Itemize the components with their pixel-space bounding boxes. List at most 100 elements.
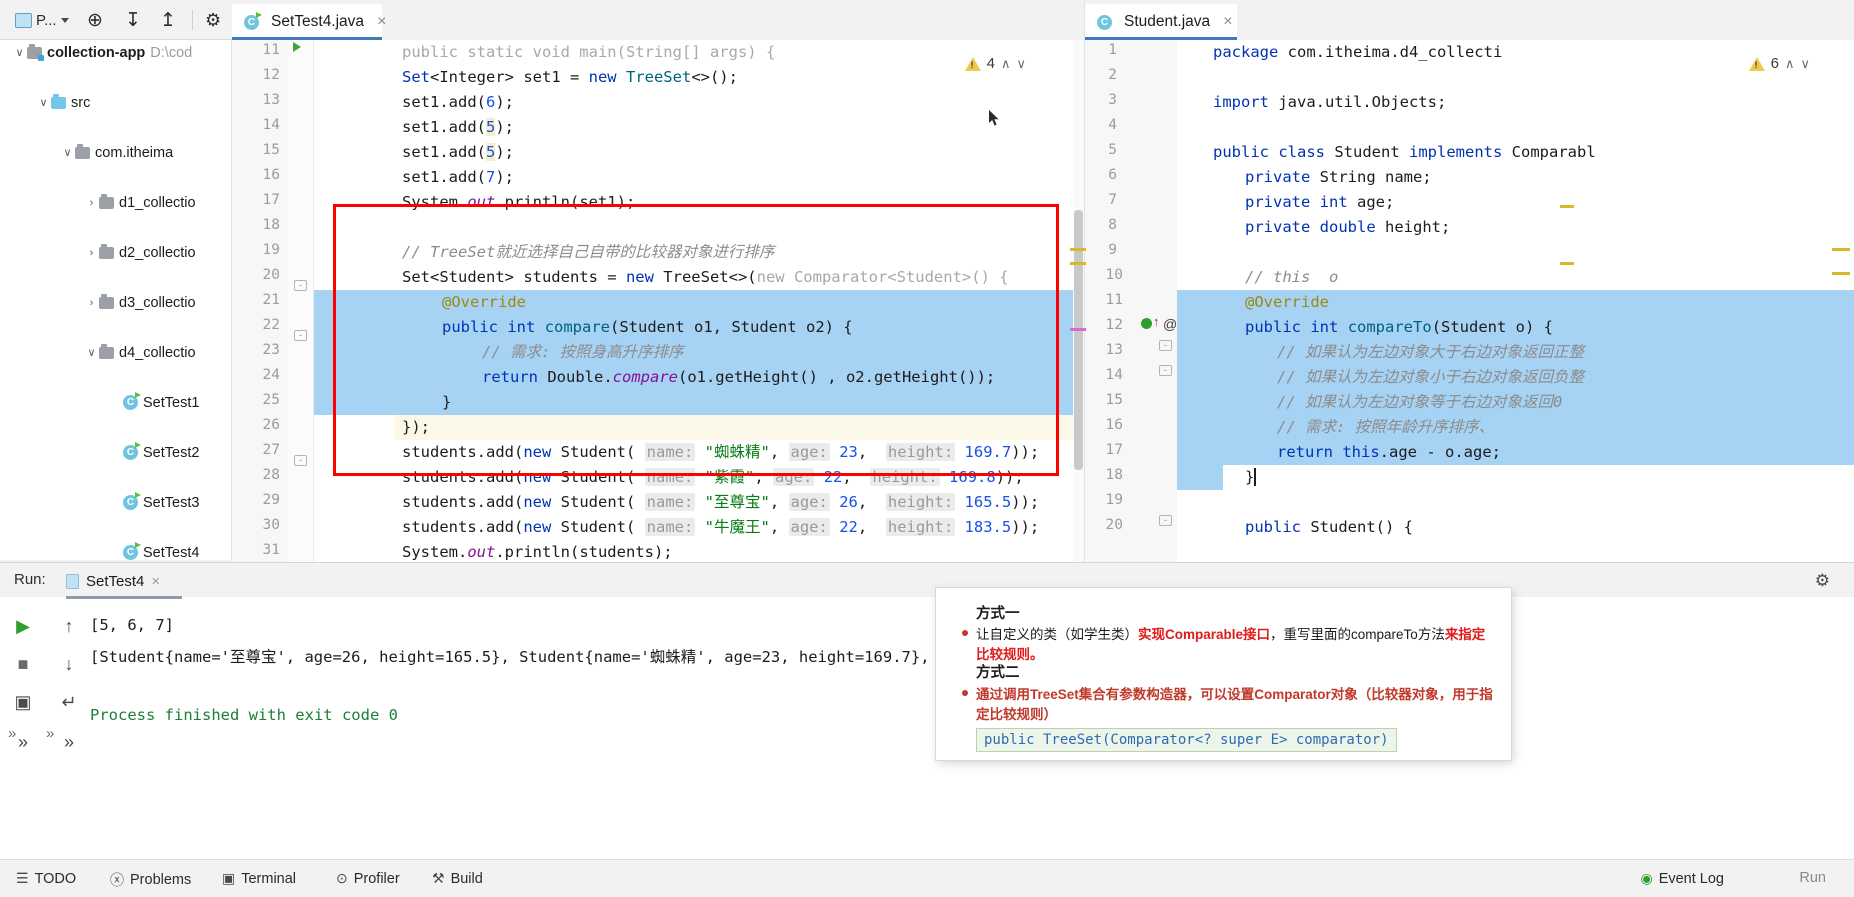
- marker-stripe-left[interactable]: [1070, 248, 1086, 251]
- toolbar-divider: [192, 10, 193, 30]
- tree-row-settest1[interactable]: C SetTest1: [0, 390, 231, 415]
- tree-row-d2[interactable]: › d2_collectio: [0, 240, 231, 265]
- fold-marker[interactable]: -: [1159, 515, 1172, 526]
- tree-label: SetTest4: [143, 544, 200, 561]
- tree-row-src[interactable]: ∨ src: [0, 90, 231, 115]
- tree-row-settest4[interactable]: C SetTest4: [0, 540, 231, 560]
- project-selector[interactable]: P...: [10, 6, 74, 34]
- build-label: Build: [450, 870, 483, 887]
- code-line-8: private double height;: [1245, 218, 1451, 236]
- code-line-15: set1.add(5);: [402, 143, 515, 161]
- previous-problem-icon[interactable]: ∧: [1785, 56, 1795, 72]
- marker-stripe-left[interactable]: [1070, 328, 1086, 331]
- annotation-gutter-icon[interactable]: @: [1163, 316, 1177, 332]
- tree-arrow[interactable]: ›: [84, 247, 99, 259]
- tree-label: src: [71, 94, 91, 111]
- tree-arrow[interactable]: ∨: [36, 96, 51, 109]
- todo-icon: ☰: [16, 870, 29, 886]
- fold-strip-left[interactable]: - - -: [288, 40, 314, 562]
- marker-stripe-right[interactable]: [1560, 205, 1574, 208]
- event-log-label: Event Log: [1658, 870, 1724, 887]
- tree-arrow[interactable]: ∨: [60, 146, 75, 159]
- close-icon[interactable]: ×: [377, 13, 386, 31]
- locate-icon[interactable]: ⊕: [82, 6, 108, 34]
- java-icon: C: [1097, 14, 1112, 30]
- expand-rail-icon-1[interactable]: »: [8, 725, 16, 742]
- run-tab-settest4[interactable]: SetTest4 ×: [66, 568, 160, 594]
- inspection-widget-right[interactable]: 6 ∧ ∨: [1748, 55, 1810, 72]
- run-gutter-icon[interactable]: [293, 42, 301, 52]
- editor-scrollbar-left[interactable]: [1073, 40, 1084, 562]
- run-status-label[interactable]: Run: [1799, 870, 1826, 886]
- build-button[interactable]: ⚒ Build: [432, 870, 483, 887]
- terminal-button[interactable]: ▣ Terminal: [222, 870, 296, 887]
- tree-arrow[interactable]: ›: [84, 197, 99, 209]
- previous-problem-icon[interactable]: ∧: [1001, 56, 1011, 72]
- tree-arrow[interactable]: ∨: [84, 346, 99, 359]
- scroll-down-button[interactable]: ↓: [46, 645, 92, 683]
- marker-stripe[interactable]: [1832, 248, 1850, 251]
- inspection-widget-left[interactable]: 4 ∧ ∨: [964, 55, 1026, 72]
- scroll-up-button[interactable]: ↑: [46, 607, 92, 645]
- tree-label: d1_collectio: [119, 194, 196, 211]
- event-log-button[interactable]: ◉ Event Log: [1640, 870, 1724, 887]
- project-tree[interactable]: ∨ collection-app D:\cod ∨ src ∨ com.ithe…: [0, 40, 232, 560]
- bullet-dot-icon: [962, 690, 968, 696]
- run-tab-underline: [66, 596, 182, 599]
- collapse-all-icon[interactable]: ↥: [155, 6, 181, 34]
- next-problem-icon[interactable]: ∨: [1016, 56, 1026, 72]
- expand-all-icon[interactable]: ↧: [120, 6, 146, 34]
- stop-button[interactable]: ■: [0, 645, 46, 683]
- tree-arrow[interactable]: ∨: [12, 46, 27, 59]
- code-area-left[interactable]: public static void main(String[] args) {…: [314, 40, 1084, 562]
- gear-icon[interactable]: ⚙: [1815, 571, 1830, 591]
- profiler-button[interactable]: ⊙ Profiler: [336, 870, 400, 887]
- tree-row-d3[interactable]: › d3_collectio: [0, 290, 231, 315]
- tree-label: SetTest1: [143, 394, 200, 411]
- tab-student-java[interactable]: C Student.java ×: [1085, 4, 1237, 40]
- tree-row-settest2[interactable]: C SetTest2: [0, 440, 231, 465]
- console-output[interactable]: [5, 6, 7] [Student{name='至尊宝', age=26, h…: [90, 609, 940, 769]
- fold-marker[interactable]: -: [294, 455, 307, 466]
- override-gutter-icon[interactable]: [1141, 318, 1152, 329]
- editor-settest4[interactable]: C SetTest4.java × 11 12 13 14 15 16 17 1…: [232, 0, 1084, 562]
- code-line-20: Set<Student> students = new TreeSet<>(ne…: [402, 268, 1009, 286]
- caret-line-highlight: [394, 415, 1084, 440]
- profiler-icon: ⊙: [336, 870, 348, 886]
- more-button-1[interactable]: »: [0, 723, 46, 761]
- tree-row-com-itheima[interactable]: ∨ com.itheima: [0, 140, 231, 165]
- close-icon[interactable]: ×: [1223, 13, 1232, 31]
- rerun-button[interactable]: ▶: [0, 607, 46, 645]
- tree-row-d4[interactable]: ∨ d4_collectio: [0, 340, 231, 365]
- code-line-5: public class Student implements Comparab…: [1213, 143, 1596, 161]
- expand-rail-icon-2[interactable]: »: [46, 725, 54, 742]
- tree-arrow[interactable]: ›: [84, 297, 99, 309]
- next-problem-icon[interactable]: ∨: [1800, 56, 1810, 72]
- fold-marker[interactable]: -: [1159, 365, 1172, 376]
- tree-row-collection-app[interactable]: ∨ collection-app D:\cod: [0, 40, 231, 65]
- wrap-button[interactable]: ↵: [46, 683, 92, 721]
- editor-student[interactable]: C Student.java × 1 2 3 4 5 6 7 8 9 10 11…: [1084, 0, 1854, 562]
- implementing-arrow-icon[interactable]: ↑: [1153, 314, 1160, 329]
- package-folder-icon: [99, 243, 114, 259]
- todo-button[interactable]: ☰ TODO: [16, 870, 76, 887]
- code-line-28: students.add(new Student( name: "紫霞", ag…: [402, 468, 1024, 486]
- marker-stripe-right[interactable]: [1560, 262, 1574, 265]
- fold-marker[interactable]: -: [294, 280, 307, 291]
- code-line-12: public int compareTo(Student o) {: [1245, 318, 1554, 336]
- marker-stripe[interactable]: [1832, 272, 1850, 275]
- chevron-down-icon: [60, 17, 69, 23]
- fold-marker[interactable]: -: [1159, 340, 1172, 351]
- marker-stripe-left[interactable]: [1070, 262, 1086, 265]
- gear-icon[interactable]: ⚙: [200, 6, 226, 34]
- popup-bullet-2: 通过调用TreeSet集合有参数构造器，可以设置Comparator对象（比较器…: [976, 687, 1493, 722]
- tree-row-d1[interactable]: › d1_collectio: [0, 190, 231, 215]
- fold-marker[interactable]: -: [294, 330, 307, 341]
- close-icon[interactable]: ×: [151, 573, 160, 590]
- code-area-right[interactable]: package com.itheima.d4_collecti import j…: [1177, 40, 1854, 562]
- tree-label: collection-app: [47, 44, 146, 61]
- tab-settest4-java[interactable]: C SetTest4.java ×: [232, 4, 386, 40]
- tree-row-settest3[interactable]: C SetTest3: [0, 490, 231, 515]
- problems-button[interactable]: ⓧ Problems: [110, 870, 191, 890]
- screenshot-button[interactable]: ▣: [0, 683, 46, 721]
